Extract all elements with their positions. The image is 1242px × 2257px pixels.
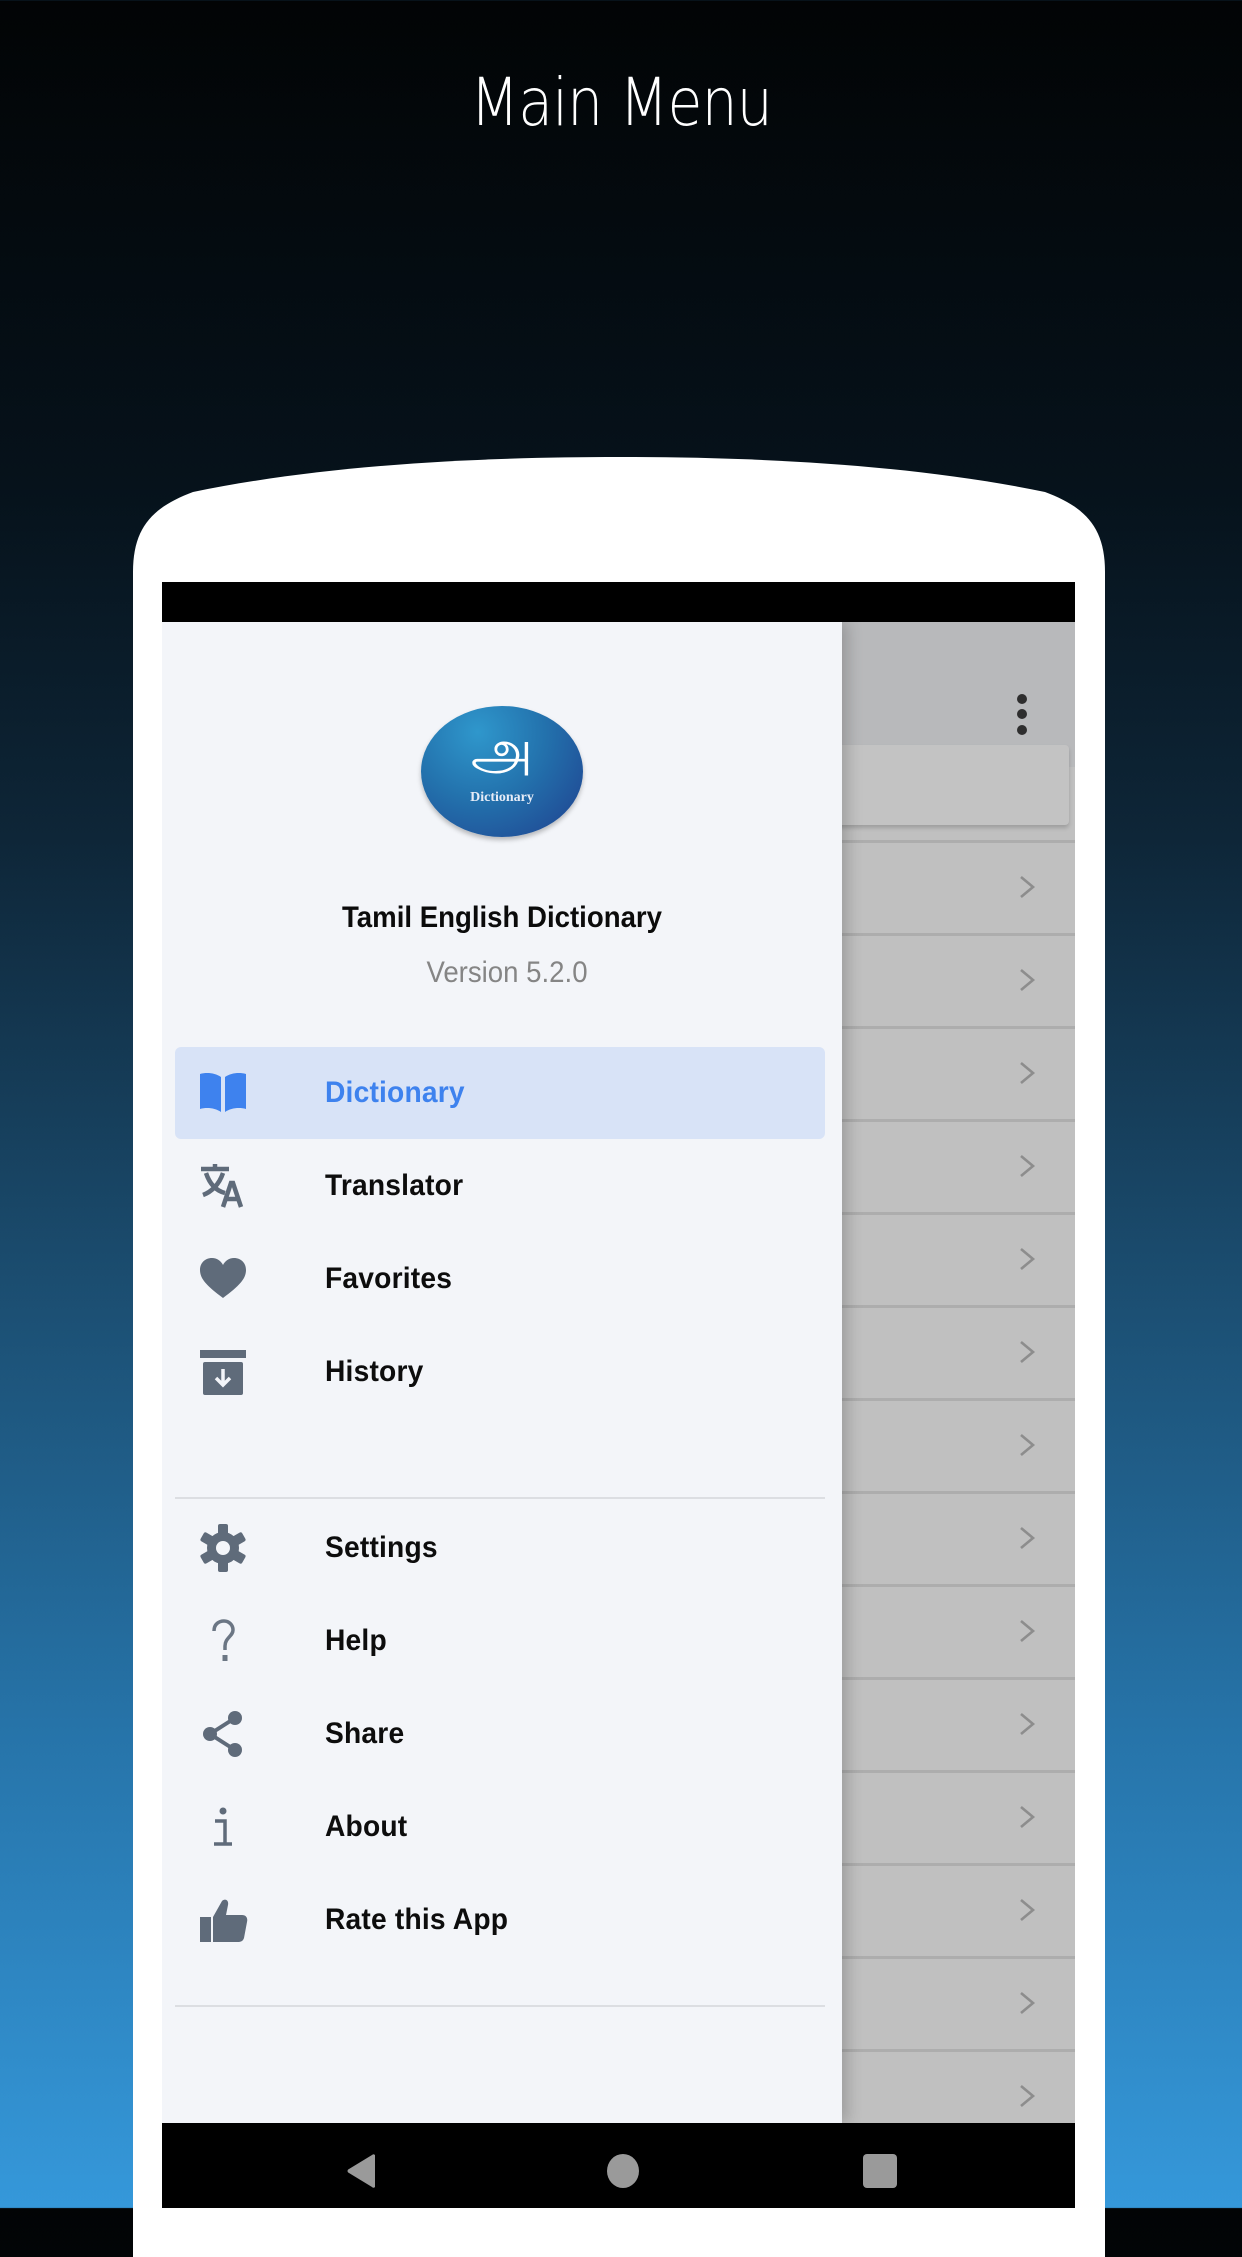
menu-label: About [325,1810,408,1843]
thumbs-up-icon [200,1899,248,1942]
logo-caption: Dictionary [470,790,534,805]
menu-item-dictionary[interactable]: Dictionary [175,1047,825,1139]
navigation-drawer: அ Dictionary Tamil English Dictionary Ve… [162,622,842,2123]
status-bar [162,582,1075,622]
chevron-right-icon [1020,2085,1036,2107]
heart-icon [200,1258,246,1298]
translate-icon [201,1164,244,1208]
menu-label: Translator [325,1169,464,1202]
chevron-right-icon [1020,1155,1036,1177]
menu-divider [175,1497,825,1499]
chevron-right-icon [1020,1434,1036,1456]
menu-label: Help [325,1624,387,1657]
more-vert-icon[interactable] [1012,694,1032,738]
home-icon[interactable] [606,2153,640,2189]
back-icon[interactable] [344,2153,380,2189]
chevron-right-icon [1020,1992,1036,2014]
menu-label: Dictionary [325,1076,465,1109]
recents-icon[interactable] [862,2153,898,2189]
menu-item-share[interactable]: Share [175,1688,825,1780]
app-logo: அ Dictionary [421,706,583,837]
chevron-right-icon [1020,969,1036,991]
chevron-right-icon [1020,1620,1036,1642]
book-icon [200,1073,246,1112]
app-version: Version 5.2.0 [426,956,588,989]
info-icon [214,1807,232,1846]
menu-label: Settings [325,1531,438,1564]
menu-item-about[interactable]: About [175,1781,825,1873]
menu-divider [175,2005,825,2007]
menu-label: History [325,1355,424,1388]
chevron-right-icon [1020,876,1036,898]
chevron-right-icon [1020,1899,1036,1921]
help-icon [212,1619,235,1661]
menu-item-rate-app[interactable]: Rate this App [175,1874,825,1966]
menu-label: Favorites [325,1262,453,1295]
menu-item-history[interactable]: History [175,1326,825,1418]
menu-item-settings[interactable]: Settings [175,1502,825,1594]
gear-icon [200,1524,246,1572]
menu-label: Rate this App [325,1903,509,1936]
menu-item-translator[interactable]: Translator [175,1140,825,1232]
chevron-right-icon [1020,1806,1036,1828]
device-screen: அ Dictionary Tamil English Dictionary Ve… [162,582,1075,2208]
menu-label: Share [325,1717,405,1750]
app-name: Tamil English Dictionary [341,901,663,934]
chevron-right-icon [1020,1062,1036,1084]
logo-letter: அ [470,718,534,783]
chevron-right-icon [1020,1527,1036,1549]
share-icon [203,1711,242,1757]
promo-title: Main Menu [470,64,773,141]
menu-item-favorites[interactable]: Favorites [175,1233,825,1325]
chevron-right-icon [1020,1713,1036,1735]
archive-icon [200,1350,246,1395]
system-nav-bar [162,2123,1075,2208]
chevron-right-icon [1020,1341,1036,1363]
chevron-right-icon [1020,1248,1036,1270]
menu-item-help[interactable]: Help [175,1595,825,1687]
